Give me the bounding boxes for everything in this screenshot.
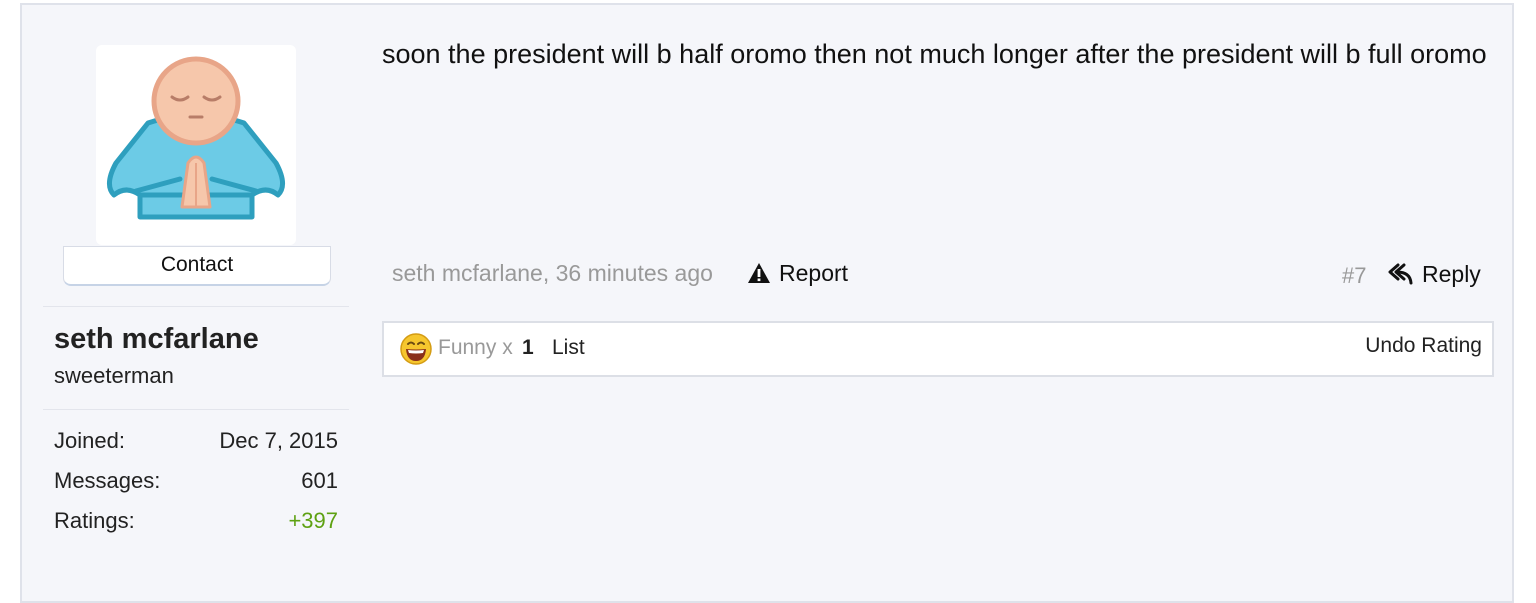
- contact-button[interactable]: Contact: [63, 246, 331, 286]
- reply-arrow-icon: [1388, 263, 1413, 285]
- rating-count: 1: [522, 336, 534, 359]
- reply-link[interactable]: Reply: [1388, 261, 1481, 288]
- message-body: soon the president will b half oromo the…: [382, 39, 1487, 69]
- ratings-bar: Funny x 1 List Undo Rating: [382, 321, 1494, 377]
- username[interactable]: seth mcfarlane: [54, 323, 259, 356]
- stat-value: Dec 7, 2015: [219, 428, 338, 453]
- stat-label: Messages:: [54, 468, 161, 493]
- stat-ratings: Ratings: +397: [54, 508, 338, 538]
- report-link[interactable]: Report: [747, 260, 848, 287]
- stat-label: Joined:: [54, 428, 125, 453]
- praying-person-icon: [107, 56, 285, 220]
- stat-value: 601: [301, 468, 338, 493]
- stat-label: Ratings:: [54, 508, 135, 533]
- laughing-face-icon: [400, 333, 432, 365]
- rating-name[interactable]: Funny x: [438, 336, 513, 360]
- post-number[interactable]: #7: [1342, 263, 1366, 289]
- stat-messages: Messages: 601: [54, 468, 338, 498]
- report-label: Report: [779, 260, 849, 286]
- sidebar-divider: [43, 306, 349, 307]
- avatar[interactable]: [96, 45, 296, 245]
- sidebar-divider: [43, 409, 349, 410]
- message-meta: seth mcfarlane, 36 minutes ago Report: [392, 260, 848, 292]
- ratings-list-link[interactable]: List: [552, 336, 585, 360]
- warning-icon: [748, 263, 770, 283]
- forum-post: Contact seth mcfarlane sweeterman Joined…: [20, 3, 1514, 603]
- stat-value: +397: [288, 508, 338, 533]
- user-title: sweeterman: [54, 363, 174, 388]
- stat-joined: Joined: Dec 7, 2015: [54, 428, 338, 458]
- undo-rating-link[interactable]: Undo Rating: [1365, 334, 1482, 358]
- reply-label: Reply: [1422, 261, 1481, 287]
- author-timestamp[interactable]: seth mcfarlane, 36 minutes ago: [392, 260, 713, 286]
